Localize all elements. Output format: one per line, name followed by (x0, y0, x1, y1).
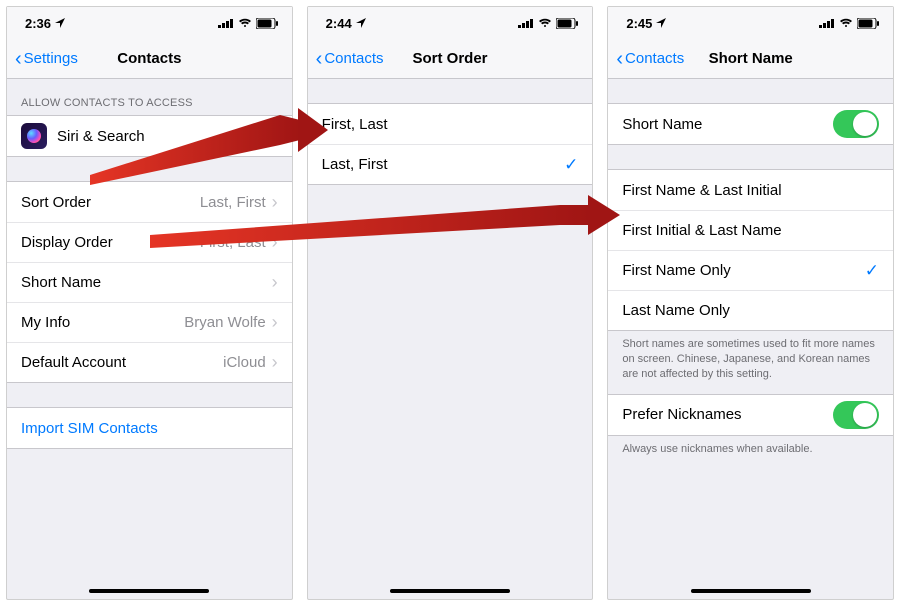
option-label: First Initial & Last Name (622, 222, 781, 239)
row-label: Short Name (21, 274, 101, 291)
chevron-left-icon: ‹ (15, 49, 22, 69)
option-label: First, Last (322, 116, 388, 133)
chevron-right-icon: › (272, 352, 278, 373)
row-my-info[interactable]: My Info Bryan Wolfe › (7, 302, 292, 342)
status-bar: 2:45 (608, 7, 893, 39)
row-siri-search[interactable]: Siri & Search › (7, 116, 292, 156)
chevron-right-icon: › (272, 312, 278, 333)
row-label: Siri & Search (57, 128, 145, 145)
row-import-sim[interactable]: Import SIM Contacts (7, 408, 292, 448)
nav-bar: ‹ Settings Contacts (7, 39, 292, 79)
cellular-icon (218, 18, 234, 28)
cellular-icon (518, 18, 534, 28)
chevron-right-icon: › (272, 192, 278, 213)
wifi-icon (238, 18, 252, 28)
nav-back-button[interactable]: ‹ Settings (15, 49, 78, 69)
option-first-name-only[interactable]: First Name Only ✓ (608, 250, 893, 290)
option-label: First Name Only (622, 262, 730, 279)
option-first-last-initial[interactable]: First Name & Last Initial (608, 170, 893, 210)
row-prefer-nicknames[interactable]: Prefer Nicknames (608, 395, 893, 435)
status-bar: 2:44 (308, 7, 593, 39)
nav-back-label: Contacts (324, 50, 383, 67)
option-last-first[interactable]: Last, First ✓ (308, 144, 593, 184)
row-display-order[interactable]: Display Order First, Last › (7, 222, 292, 262)
row-value: First, Last (200, 234, 266, 251)
chevron-right-icon: › (272, 126, 278, 147)
status-time: 2:36 (25, 16, 51, 31)
row-short-name-toggle[interactable]: Short Name (608, 104, 893, 144)
row-default-account[interactable]: Default Account iCloud › (7, 342, 292, 382)
location-icon (656, 18, 666, 28)
option-last-name-only[interactable]: Last Name Only (608, 290, 893, 330)
toggle-short-name[interactable] (833, 110, 879, 138)
status-time: 2:44 (326, 16, 352, 31)
row-label: Prefer Nicknames (622, 406, 741, 423)
chevron-left-icon: ‹ (316, 49, 323, 69)
screen-short-name: 2:45 ‹ Contacts Short Name Short Name (607, 6, 894, 600)
checkmark-icon: ✓ (865, 261, 879, 281)
checkmark-icon: ✓ (564, 155, 578, 175)
battery-icon (256, 18, 278, 29)
row-short-name[interactable]: Short Name › (7, 262, 292, 302)
row-label: Short Name (622, 116, 702, 133)
screen-sort-order: 2:44 ‹ Contacts Sort Order First, Last (307, 6, 594, 600)
cellular-icon (819, 18, 835, 28)
nav-back-button[interactable]: ‹ Contacts (616, 49, 684, 69)
battery-icon (857, 18, 879, 29)
nav-back-button[interactable]: ‹ Contacts (316, 49, 384, 69)
status-time: 2:45 (626, 16, 652, 31)
option-first-initial-last-name[interactable]: First Initial & Last Name (608, 210, 893, 250)
section-header-allow: ALLOW CONTACTS TO ACCESS (7, 79, 292, 115)
home-indicator[interactable] (390, 589, 510, 593)
row-value: Bryan Wolfe (184, 314, 265, 331)
chevron-right-icon: › (272, 232, 278, 253)
option-label: First Name & Last Initial (622, 182, 781, 199)
screen-contacts: 2:36 ‹ Settings Contacts ALLOW CONTACTS … (6, 6, 293, 600)
wifi-icon (538, 18, 552, 28)
row-label: Default Account (21, 354, 126, 371)
row-value: Last, First (200, 194, 266, 211)
option-label: Last Name Only (622, 302, 730, 319)
options-footer: Short names are sometimes used to fit mo… (608, 331, 893, 394)
battery-icon (556, 18, 578, 29)
row-label: Import SIM Contacts (21, 420, 158, 437)
nicknames-footer: Always use nicknames when available. (608, 436, 893, 469)
option-first-last[interactable]: First, Last (308, 104, 593, 144)
home-indicator[interactable] (691, 589, 811, 593)
siri-icon (21, 123, 47, 149)
location-icon (55, 18, 65, 28)
row-label: Sort Order (21, 194, 91, 211)
location-icon (356, 18, 366, 28)
option-label: Last, First (322, 156, 388, 173)
toggle-prefer-nicknames[interactable] (833, 401, 879, 429)
row-value: iCloud (223, 354, 266, 371)
nav-back-label: Settings (24, 50, 78, 67)
chevron-left-icon: ‹ (616, 49, 623, 69)
nav-bar: ‹ Contacts Sort Order (308, 39, 593, 79)
nav-back-label: Contacts (625, 50, 684, 67)
chevron-right-icon: › (272, 272, 278, 293)
status-bar: 2:36 (7, 7, 292, 39)
home-indicator[interactable] (89, 589, 209, 593)
nav-bar: ‹ Contacts Short Name (608, 39, 893, 79)
row-label: My Info (21, 314, 70, 331)
row-label: Display Order (21, 234, 113, 251)
row-sort-order[interactable]: Sort Order Last, First › (7, 182, 292, 222)
wifi-icon (839, 18, 853, 28)
